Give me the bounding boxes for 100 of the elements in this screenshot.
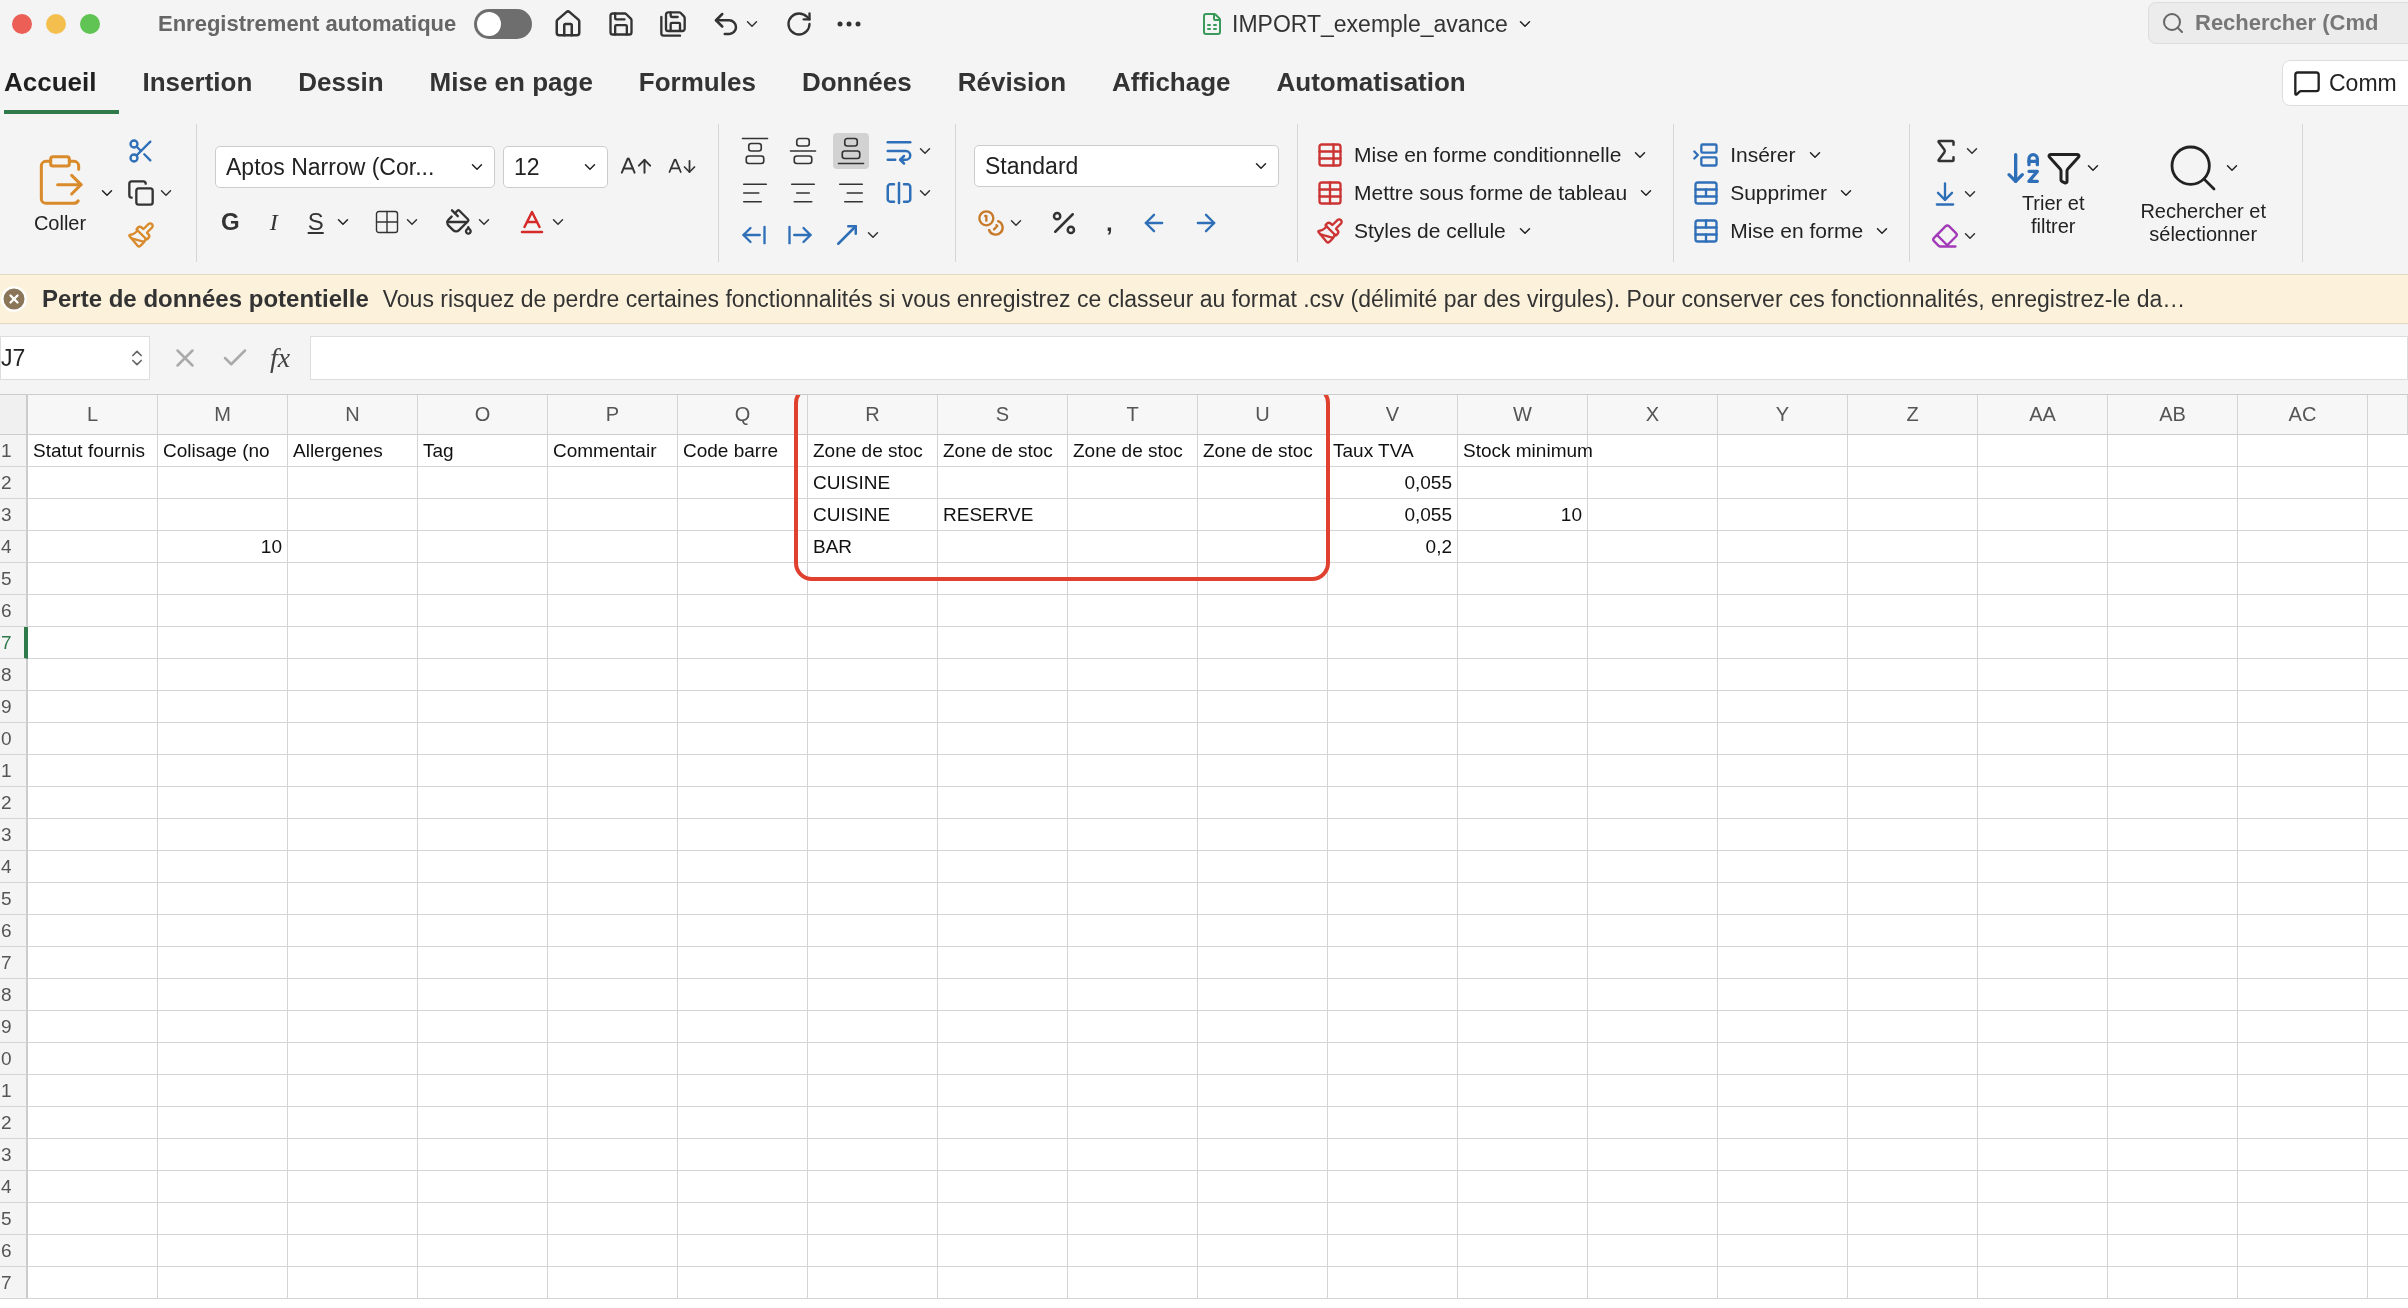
underline-button[interactable]: S [301, 206, 330, 238]
row-header[interactable]: 1 [0, 435, 28, 467]
table-cell: Zone de stoc [1203, 440, 1313, 462]
column-header[interactable]: X [1588, 395, 1718, 435]
ribbon-tab[interactable]: Insertion [142, 52, 275, 114]
column-header[interactable]: M [158, 395, 288, 435]
table-cell: Allergenes [293, 440, 383, 462]
ribbon-tab[interactable]: Affichage [1112, 52, 1253, 114]
align-top-icon [740, 136, 770, 166]
row-header[interactable]: 4 [0, 851, 28, 883]
column-header[interactable]: AB [2108, 395, 2238, 435]
ribbon-tab[interactable]: Formules [638, 52, 778, 114]
row-header[interactable]: 0 [0, 1043, 28, 1075]
comments-button[interactable]: Comm [2282, 60, 2408, 106]
row-header[interactable]: 1 [0, 755, 28, 787]
row-header[interactable]: 8 [0, 659, 28, 691]
column-header[interactable]: AC [2238, 395, 2368, 435]
row-header[interactable]: 9 [0, 1011, 28, 1043]
styles-menu-button[interactable]: Mise en forme conditionnelle [1316, 139, 1656, 171]
funnel-icon [2046, 150, 2083, 186]
warning-message: Vous risquez de perdre certaines fonctionnalités si vous enregistrez ce classeur au format .csv (délimité par des virgules). Pour conserver ces fonctionnalités, enregistrez-le da… [382, 285, 2186, 313]
row-header[interactable]: 3 [0, 819, 28, 851]
align-bottom-button[interactable] [833, 133, 869, 169]
comma-style-button[interactable]: , [1100, 207, 1119, 239]
table-cell: Code barre [683, 440, 779, 462]
comment-icon [2293, 69, 2321, 97]
row-header[interactable]: 7 [0, 1267, 28, 1299]
italic-button[interactable]: I [263, 206, 284, 238]
number-format-dropdown[interactable]: Standard [974, 145, 1279, 187]
column-header[interactable]: V [1328, 395, 1458, 435]
ribbon-tab[interactable]: Révision [957, 52, 1089, 114]
font-name-dropdown[interactable]: Aptos Narrow (Cor... [215, 146, 495, 188]
cells-menu-button[interactable]: Insérer [1692, 139, 1892, 171]
coins-icon [977, 209, 1005, 237]
table-cell: Colisage (no [163, 440, 270, 462]
autosave-toggle[interactable] [474, 9, 533, 39]
table-cell: 0,2 [1425, 536, 1452, 558]
name-box[interactable]: J7 [0, 336, 150, 380]
ribbon-tab[interactable]: Données [801, 52, 934, 114]
column-header[interactable]: T [1068, 395, 1198, 435]
row-header[interactable]: 7 [0, 947, 28, 979]
row-header[interactable]: 6 [0, 915, 28, 947]
search-field[interactable]: Rechercher (Cmd [2148, 2, 2408, 44]
ribbon-tab[interactable]: Mise en page [429, 52, 615, 114]
copy-icon [127, 179, 155, 207]
row-header[interactable]: 5 [0, 563, 28, 595]
column-header[interactable]: L [28, 395, 158, 435]
row-header[interactable]: 2 [0, 1107, 28, 1139]
row-header[interactable]: 9 [0, 691, 28, 723]
row-header[interactable]: 3 [0, 1139, 28, 1171]
sort-filter-button[interactable]: Trier et filtrer [1992, 147, 2115, 239]
close-window-button[interactable] [12, 14, 32, 34]
row-header[interactable]: 0 [0, 723, 28, 755]
row-header[interactable]: 2 [0, 467, 28, 499]
paste-button[interactable]: Coller [26, 150, 94, 236]
row-header[interactable]: 6 [0, 595, 28, 627]
autosave-label: Enregistrement automatique [158, 11, 457, 37]
row-header[interactable]: 2 [0, 787, 28, 819]
row-header[interactable]: 6 [0, 1235, 28, 1267]
insert-function-button[interactable]: fx [270, 342, 291, 374]
column-header[interactable]: U [1198, 395, 1328, 435]
row-header[interactable]: 5 [0, 883, 28, 915]
ribbon-tab[interactable]: Accueil [4, 52, 119, 114]
row-header[interactable]: 7 [0, 627, 28, 659]
row-header[interactable]: 4 [0, 1171, 28, 1203]
insert-rows-icon [1692, 141, 1721, 169]
styles-menu-button[interactable]: Mettre sous forme de tableau [1316, 177, 1656, 209]
find-select-button[interactable]: Rechercher et sélectionner [2122, 139, 2285, 247]
row-header[interactable]: 5 [0, 1203, 28, 1235]
table-cell: Statut fournis [33, 440, 145, 462]
font-size-dropdown[interactable]: 12 [503, 146, 608, 188]
column-header[interactable]: Z [1848, 395, 1978, 435]
column-header[interactable]: O [418, 395, 548, 435]
column-header[interactable]: Y [1718, 395, 1848, 435]
formula-input[interactable] [310, 336, 2408, 380]
table-cell: BAR [813, 536, 853, 558]
row-header[interactable]: 3 [0, 499, 28, 531]
ribbon-tab[interactable]: Automatisation [1276, 52, 1488, 114]
column-header[interactable]: W [1458, 395, 1588, 435]
ribbon-tab[interactable]: Dessin [298, 52, 406, 114]
row-header[interactable]: 8 [0, 979, 28, 1011]
row-header[interactable]: 4 [0, 531, 28, 563]
save-all-icon [659, 10, 688, 38]
table-cell: RESERVE [943, 504, 1034, 526]
warning-title: Perte de données potentielle [42, 285, 369, 313]
column-header[interactable]: P [548, 395, 678, 435]
column-header[interactable]: AA [1978, 395, 2108, 435]
table-cell: Zone de stoc [943, 440, 1053, 462]
column-header[interactable]: S [938, 395, 1068, 435]
document-title[interactable]: IMPORT_exemple_avance [1232, 10, 1508, 38]
paintbrush-icon [127, 221, 155, 249]
column-header[interactable]: N [288, 395, 418, 435]
table-cell: 10 [260, 536, 282, 558]
column-header[interactable]: R [808, 395, 938, 435]
bold-button[interactable]: G [215, 206, 246, 238]
cells-menu-button[interactable]: Mise en forme [1692, 215, 1892, 247]
row-header[interactable]: 1 [0, 1075, 28, 1107]
column-header[interactable]: Q [678, 395, 808, 435]
cells-menu-button[interactable]: Supprimer [1692, 177, 1892, 209]
styles-menu-button[interactable]: Styles de cellule [1316, 215, 1656, 247]
